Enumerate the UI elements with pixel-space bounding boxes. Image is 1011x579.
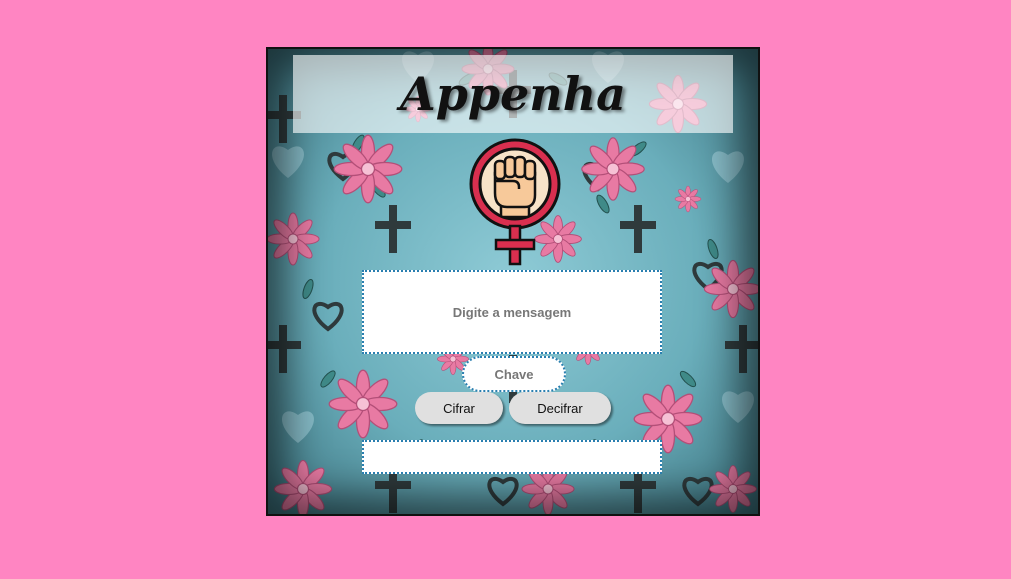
output-field[interactable] [362,440,662,474]
app-card: Appenha Digite a mensagem Chave Cifrar D… [266,47,760,516]
encrypt-button[interactable]: Cifrar [415,392,503,424]
key-input[interactable]: Chave [462,356,566,392]
app-title: Appenha [400,67,626,121]
title-banner: Appenha [293,55,733,133]
message-input[interactable]: Digite a mensagem [362,270,662,354]
feminist-fist-icon [469,138,561,266]
decrypt-button[interactable]: Decifrar [509,392,611,424]
